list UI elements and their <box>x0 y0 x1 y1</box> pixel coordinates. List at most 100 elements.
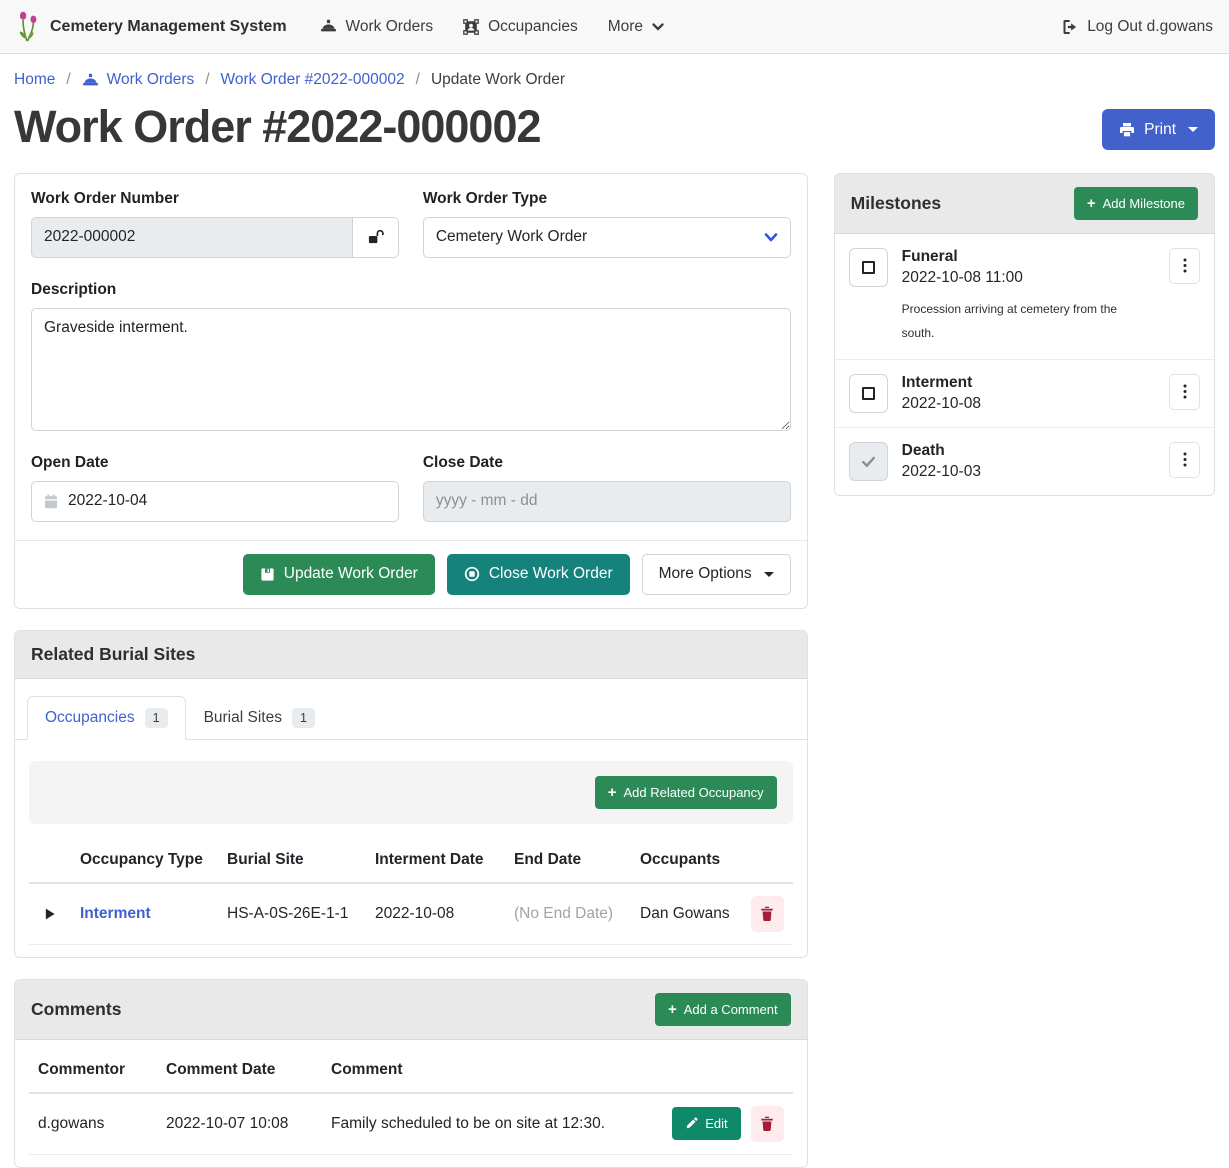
milestone-date: 2022-10-03 <box>902 463 981 481</box>
more-options-button[interactable]: More Options <box>642 554 791 595</box>
nav-occupancies-label: Occupancies <box>488 18 578 36</box>
col-interment-date: Interment Date <box>366 838 505 883</box>
breadcrumb-work-order-number[interactable]: Work Order #2022-000002 <box>221 71 405 89</box>
milestone-title: Interment <box>902 374 981 392</box>
print-label: Print <box>1144 121 1176 139</box>
description-label: Description <box>31 281 791 299</box>
milestone-menu-button[interactable] <box>1169 374 1200 410</box>
close-date-field[interactable] <box>436 492 778 510</box>
nav-occupancies[interactable]: Occupancies <box>448 10 593 44</box>
print-button[interactable]: Print <box>1102 109 1215 150</box>
milestone-checkbox[interactable] <box>849 248 888 287</box>
interment-date-cell: 2022-10-08 <box>366 883 505 945</box>
delete-comment-button[interactable] <box>751 1106 784 1142</box>
tab-burial-sites[interactable]: Burial Sites 1 <box>186 696 333 740</box>
stop-circle-icon <box>464 566 480 582</box>
col-burial-site: Burial Site <box>218 838 366 883</box>
milestone-checkbox-checked[interactable] <box>849 442 888 481</box>
breadcrumb-home[interactable]: Home <box>14 71 55 89</box>
edit-comment-button[interactable]: Edit <box>672 1107 740 1140</box>
milestone-title: Death <box>902 442 981 460</box>
caret-down-icon <box>764 572 774 577</box>
add-comment-button[interactable]: + Add a Comment <box>655 993 791 1026</box>
title-row: Work Order #2022-000002 Print <box>0 101 1229 173</box>
form-actions: Update Work Order Close Work Order More … <box>15 540 807 608</box>
milestone-item: Interment 2022-10-08 <box>835 360 1214 428</box>
nav-more[interactable]: More <box>593 10 679 44</box>
expand-row-button[interactable] <box>38 902 62 926</box>
milestone-menu-button[interactable] <box>1169 442 1200 478</box>
occupancy-portrait-icon <box>463 19 479 35</box>
breadcrumb-separator: / <box>66 71 70 89</box>
col-comment: Comment <box>322 1048 663 1093</box>
close-date-input[interactable] <box>423 481 791 522</box>
close-work-order-button[interactable]: Close Work Order <box>447 554 630 595</box>
plus-icon: + <box>1087 196 1096 211</box>
occupancies-toolbar: + Add Related Occupancy <box>29 761 793 824</box>
kebab-icon <box>1183 384 1187 399</box>
comment-row: d.gowans 2022-10-07 10:08 Family schedul… <box>29 1093 793 1155</box>
comment-date-cell: 2022-10-07 10:08 <box>157 1093 322 1155</box>
col-occupancy-type: Occupancy Type <box>71 838 218 883</box>
play-icon <box>44 907 56 921</box>
col-occupants: Occupants <box>631 838 742 883</box>
milestones-title: Milestones <box>851 193 941 214</box>
col-end-date: End Date <box>505 838 631 883</box>
milestone-title: Funeral <box>902 248 1130 266</box>
work-order-type-label: Work Order Type <box>423 190 791 208</box>
milestone-menu-button[interactable] <box>1169 248 1200 284</box>
caret-down-icon <box>1188 127 1198 132</box>
open-date-input[interactable]: 2022-10-04 <box>31 481 399 522</box>
printer-icon <box>1119 122 1135 138</box>
app-title: Cemetery Management System <box>50 18 287 36</box>
milestones-card: Milestones + Add Milestone Funeral 2022-… <box>834 173 1215 496</box>
breadcrumb-separator: / <box>416 71 420 89</box>
work-order-number-input[interactable]: 2022-000002 <box>31 217 353 258</box>
pencil-icon <box>685 1117 698 1130</box>
comments-title: Comments <box>31 999 121 1020</box>
add-related-occupancy-button[interactable]: + Add Related Occupancy <box>595 776 777 809</box>
plus-icon: + <box>668 1002 677 1017</box>
unlock-number-button[interactable] <box>352 217 399 258</box>
milestone-checkbox[interactable] <box>849 374 888 413</box>
end-date-cell: (No End Date) <box>505 883 631 945</box>
checkbox-empty-icon <box>862 261 875 274</box>
open-date-label: Open Date <box>31 454 399 472</box>
burial-sites-count-badge: 1 <box>292 708 315 728</box>
hard-hat-icon <box>82 73 99 88</box>
plus-icon: + <box>608 785 617 800</box>
delete-occupancy-button[interactable] <box>751 896 784 932</box>
tulip-logo-icon <box>16 11 40 42</box>
breadcrumb-current: Update Work Order <box>431 71 565 89</box>
logout-label: Log Out d.gowans <box>1087 18 1213 36</box>
comment-cell: Family scheduled to be on site at 12:30. <box>322 1093 663 1155</box>
occupancy-row: Interment HS-A-0S-26E-1-1 2022-10-08 (No… <box>29 883 793 945</box>
occupancy-type-link[interactable]: Interment <box>80 905 151 922</box>
app-brand[interactable]: Cemetery Management System <box>16 11 287 42</box>
col-comment-date: Comment Date <box>157 1048 322 1093</box>
logout-icon <box>1061 19 1078 35</box>
breadcrumb: Home / Work Orders / Work Order #2022-00… <box>0 54 1229 101</box>
occupancies-table: Occupancy Type Burial Site Interment Dat… <box>29 838 793 945</box>
calendar-icon <box>44 494 58 509</box>
occupants-cell: Dan Gowans <box>631 883 742 945</box>
chevron-down-icon <box>764 233 778 242</box>
breadcrumb-separator: / <box>205 71 209 89</box>
add-milestone-button[interactable]: + Add Milestone <box>1074 187 1198 220</box>
kebab-icon <box>1183 452 1187 467</box>
work-order-type-select[interactable]: Cemetery Work Order <box>423 217 791 258</box>
description-textarea[interactable]: Graveside interment. <box>31 308 791 431</box>
save-icon <box>260 567 275 582</box>
nav-work-orders[interactable]: Work Orders <box>305 10 449 44</box>
page-title: Work Order #2022-000002 <box>14 101 541 153</box>
update-work-order-button[interactable]: Update Work Order <box>243 554 435 595</box>
related-burial-sites-title: Related Burial Sites <box>31 644 195 665</box>
checkmark-icon <box>860 453 877 470</box>
logout-button[interactable]: Log Out d.gowans <box>1061 18 1213 36</box>
tab-occupancies[interactable]: Occupancies 1 <box>27 696 186 740</box>
milestone-date: 2022-10-08 11:00 <box>902 269 1130 287</box>
breadcrumb-work-orders[interactable]: Work Orders <box>82 71 195 89</box>
related-burial-sites-card: Related Burial Sites Occupancies 1 Buria… <box>14 630 808 958</box>
nav-work-orders-label: Work Orders <box>346 18 434 36</box>
nav-more-label: More <box>608 18 643 36</box>
